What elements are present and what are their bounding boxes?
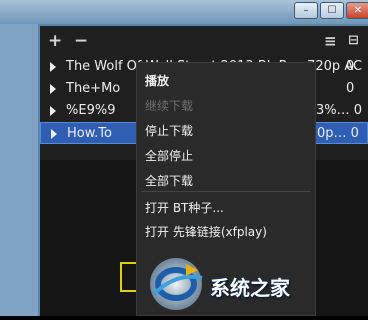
play-arrow-icon	[50, 84, 56, 94]
minimize-icon: –	[303, 5, 309, 16]
item-extra: 0p… 0	[317, 126, 359, 141]
item-extra: 0	[346, 81, 355, 96]
list-menu-icon[interactable]: ≡	[324, 34, 337, 49]
menu-item-stop[interactable]: 停止下载	[145, 122, 193, 139]
view-mode-icon[interactable]: ⊟	[348, 34, 359, 48]
menu-item-open-xfplay[interactable]: 打开 先锋链接(xfplay)	[145, 223, 267, 240]
maximize-icon: ☐	[327, 5, 337, 16]
maximize-button[interactable]: ☐	[320, 2, 344, 19]
menu-item-play[interactable]: 播放	[145, 72, 169, 89]
item-name: How.To	[67, 126, 112, 141]
watermark-logo: 系统之家	[146, 250, 368, 316]
menu-item-open-bt[interactable]: 打开 BT种子...	[145, 199, 224, 216]
item-name: %E9%9	[66, 103, 116, 118]
watermark-text: 系统之家	[210, 276, 290, 300]
play-arrow-icon	[50, 62, 56, 72]
close-button[interactable]: ✕	[346, 2, 368, 19]
close-icon: ✕	[353, 5, 363, 16]
play-arrow-icon	[51, 129, 57, 139]
play-arrow-icon	[50, 106, 56, 116]
add-button[interactable]: +	[48, 33, 62, 50]
minimize-button[interactable]: –	[294, 2, 318, 19]
menu-separator	[141, 191, 311, 192]
playlist-toolbar: + − ≡ ⊟	[40, 26, 368, 56]
menu-item-stop-all[interactable]: 全部停止	[145, 147, 193, 164]
item-extra: 3%… 0	[316, 103, 363, 118]
item-name: The+Mo	[66, 81, 121, 96]
remove-button[interactable]: −	[74, 33, 88, 50]
item-extra: 0	[346, 59, 355, 74]
menu-item-resume[interactable]: 继续下载	[145, 97, 193, 114]
menu-item-download-all[interactable]: 全部下载	[145, 172, 193, 189]
